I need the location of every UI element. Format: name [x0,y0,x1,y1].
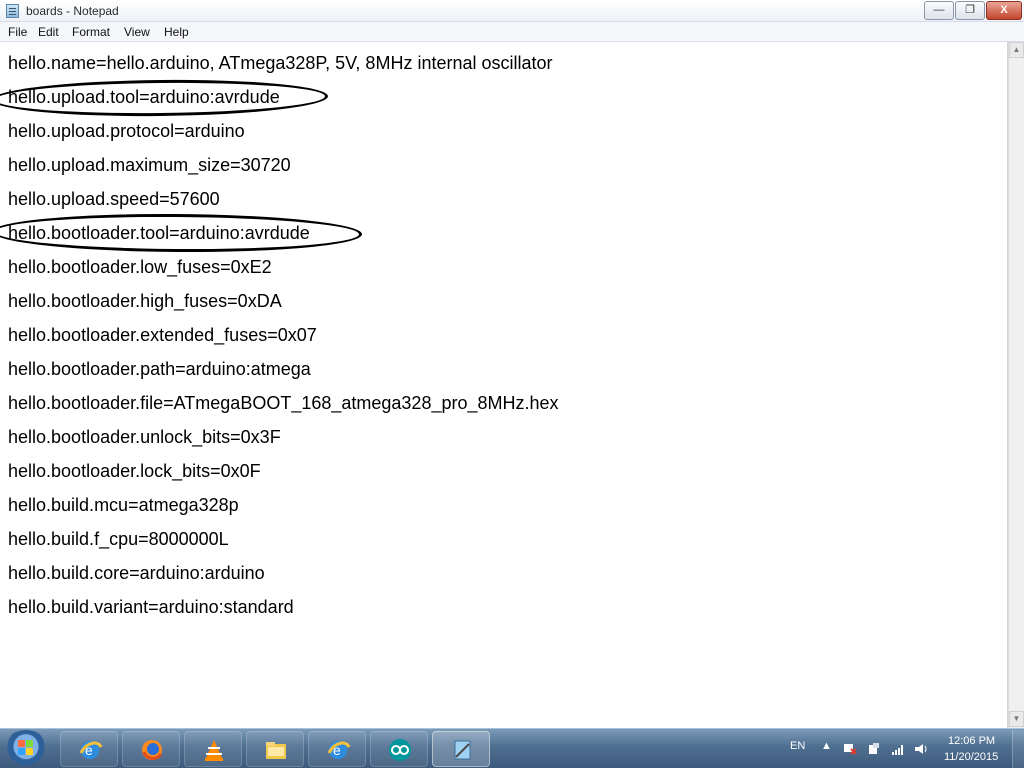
text-line: hello.bootloader.lock_bits=0x0F [8,461,261,481]
minimize-button[interactable]: — [924,1,954,20]
firefox-icon [142,740,163,760]
ie-icon: e [79,741,103,759]
text-line: hello.build.variant=arduino:standard [8,597,294,617]
menu-view[interactable]: View [124,25,150,39]
close-button[interactable]: X [986,1,1022,20]
menu-bar: File Edit Format View Help [0,22,1024,42]
text-line: hello.bootloader.file=ATmegaBOOT_168_atm… [8,393,559,413]
text-line: hello.bootloader.unlock_bits=0x3F [8,427,281,447]
notepad-taskbar-button[interactable] [432,731,490,767]
clock-time[interactable]: 12:06 PM [948,735,995,747]
window-title: boards - Notepad [26,4,119,18]
windows-flag-icon [18,740,34,756]
ie-icon: e [327,741,351,759]
title-bar: boards - Notepad — ❐ X [0,0,1024,22]
menu-format[interactable]: Format [72,25,110,39]
text-line: hello.build.mcu=atmega328p [8,495,239,515]
text-line: hello.name=hello.arduino, ATmega328P, 5V… [8,53,553,73]
folder-taskbar-button[interactable] [246,731,304,767]
vlc-icon [205,740,223,761]
firefox-taskbar-button[interactable] [122,731,180,767]
svg-text:e: e [333,742,341,758]
folder-icon [266,742,286,759]
notepad-icon [6,4,19,18]
notepad-icon [454,740,471,760]
text-editor[interactable]: hello.name=hello.arduino, ATmega328P, 5V… [0,42,1008,728]
text-line: hello.build.core=arduino:arduino [8,563,265,583]
text-line: hello.bootloader.high_fuses=0xDA [8,291,282,311]
network-signal-icon[interactable] [891,743,905,755]
text-line: hello.upload.protocol=arduino [8,121,245,141]
show-hidden-icons-icon[interactable]: ▲ [821,740,832,752]
start-button[interactable] [4,730,48,767]
maximize-button[interactable]: ❐ [955,1,985,20]
text-line: hello.upload.speed=57600 [8,189,220,209]
text-line: hello.upload.tool=arduino:avrdude [8,87,280,107]
menu-edit[interactable]: Edit [38,25,59,39]
scroll-down-icon[interactable]: ▼ [1009,711,1024,727]
arduino-icon [389,739,411,761]
menu-file[interactable]: File [8,25,27,39]
volume-icon[interactable] [914,743,928,755]
show-desktop-button[interactable] [1012,730,1024,768]
scroll-up-icon[interactable]: ▲ [1009,42,1024,58]
taskbar: e e EN ▲ 12:06 PM 11/20/2015 [0,728,1024,768]
ie-taskbar-button[interactable]: e [60,731,118,767]
device-icon[interactable] [867,743,881,755]
text-line: hello.upload.maximum_size=30720 [8,155,291,175]
text-line: hello.bootloader.tool=arduino:avrdude [8,223,310,243]
action-center-icon[interactable] [843,743,857,755]
text-line: hello.bootloader.path=arduino:atmega [8,359,311,379]
svg-text:e: e [85,742,93,758]
vlc-taskbar-button[interactable] [184,731,242,767]
arduino-taskbar-button[interactable] [370,731,428,767]
text-line: hello.bootloader.extended_fuses=0x07 [8,325,317,345]
language-indicator[interactable]: EN [790,740,805,752]
menu-help[interactable]: Help [164,25,189,39]
text-line: hello.build.f_cpu=8000000L [8,529,229,549]
text-line: hello.bootloader.low_fuses=0xE2 [8,257,272,277]
clock-date[interactable]: 11/20/2015 [944,751,998,763]
vertical-scrollbar[interactable]: ▲ ▼ [1008,42,1024,728]
ie-taskbar-button[interactable]: e [308,731,366,767]
